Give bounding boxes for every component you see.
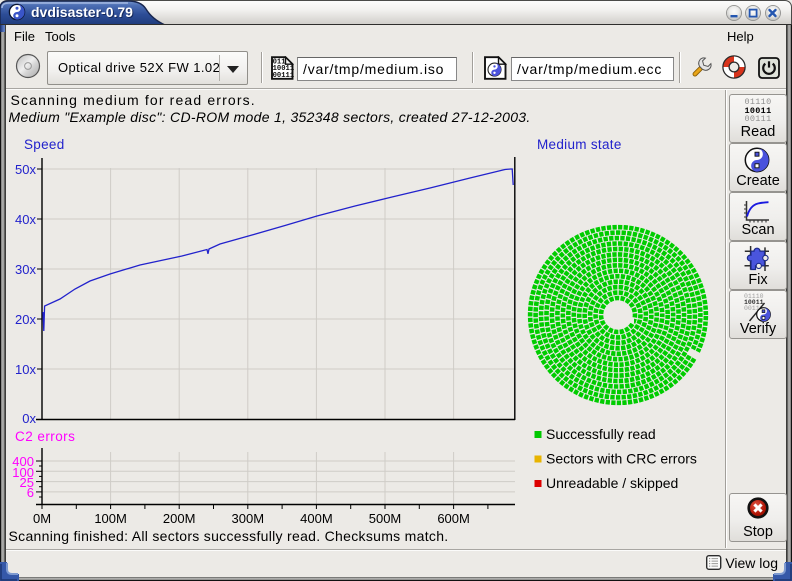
- svg-text:Sectors with CRC errors: Sectors with CRC errors: [546, 451, 697, 467]
- svg-text:6: 6: [27, 485, 34, 500]
- svg-text:300M: 300M: [232, 511, 265, 526]
- svg-text:Unreadable / skipped: Unreadable / skipped: [546, 475, 678, 491]
- svg-text:0x: 0x: [22, 411, 36, 426]
- svg-text:40x: 40x: [15, 212, 36, 227]
- svg-text:C2 errors: C2 errors: [15, 429, 75, 444]
- svg-text:0M: 0M: [33, 511, 51, 526]
- svg-text:500M: 500M: [369, 511, 402, 526]
- svg-text:20x: 20x: [15, 312, 36, 327]
- svg-text:30x: 30x: [15, 262, 36, 277]
- svg-text:00111: 00111: [273, 72, 294, 80]
- svg-text:50x: 50x: [15, 162, 36, 177]
- svg-text:100M: 100M: [94, 511, 127, 526]
- svg-text:Successfully read: Successfully read: [546, 426, 656, 442]
- svg-text:200M: 200M: [163, 511, 196, 526]
- svg-text:Medium state: Medium state: [537, 137, 622, 152]
- svg-text:600M: 600M: [437, 511, 470, 526]
- svg-text:400M: 400M: [300, 511, 333, 526]
- svg-text:Speed: Speed: [24, 137, 65, 152]
- svg-text:10x: 10x: [15, 362, 36, 377]
